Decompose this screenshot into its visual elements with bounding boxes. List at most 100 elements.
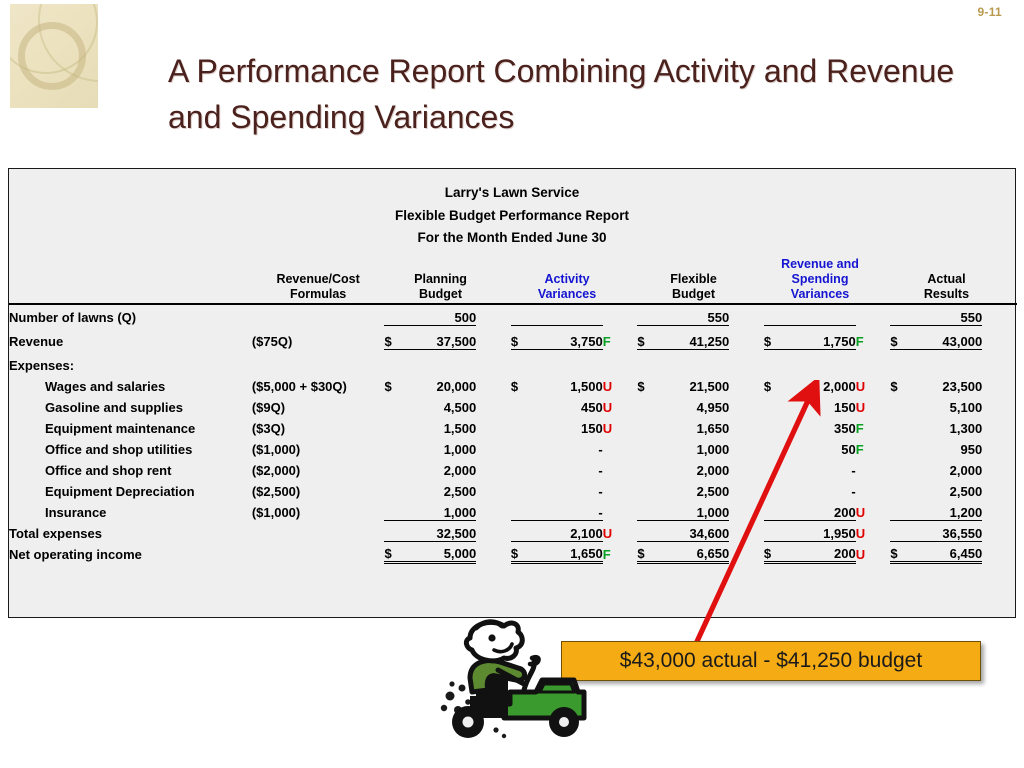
flexible-budget-currency [637,415,655,436]
planning-budget-flag [476,520,496,541]
col-gap [1003,304,1017,325]
table-row: Net operating income $5,000 $1,650 F $6,650 $… [9,540,1017,564]
row-label: Expenses: [9,358,75,374]
actual-results-currency [890,303,909,326]
planning-budget-currency [384,394,402,415]
planning-budget-currency: $ [384,540,403,564]
planning-budget-flag [476,373,496,394]
col-gap [876,373,890,394]
col-gap [1003,499,1017,520]
flexible-budget-flag [729,349,749,373]
callout-text: $43,000 actual - $41,250 budget [619,649,923,672]
col-gap [497,541,511,562]
col-gap [497,499,511,520]
col-gap [1003,520,1017,541]
actual-results-flag [982,415,1002,436]
callout-box: $43,000 actual - $41,250 budget [561,641,981,681]
table-row: Office and shop utilities ($1,000) 1,000-1… [9,436,1017,457]
actual-results-currency [890,394,908,415]
planning-budget-value: 1,000 [443,442,477,458]
revenue-spending-variance-flag [856,349,876,373]
actual-results-flag [982,394,1002,415]
report-company: Larry's Lawn Service [444,185,580,200]
activity-variance-flag: F [602,547,611,563]
col-gap [876,394,890,415]
flexible-budget-currency [637,349,655,373]
col-gap [750,349,764,373]
actual-results-value: 23,500 [942,379,983,395]
revenue-spending-variance-currency [763,303,783,326]
activity-variance-flag: F [602,334,611,350]
flexible-budget-flag [729,325,749,349]
mower-hood [537,682,577,694]
col-gap [497,304,511,325]
row-formula: ($3Q) [251,421,286,437]
activity-variance-value: 1,650 [529,540,603,564]
col-gap [623,373,637,394]
col-gap [876,304,890,325]
activity-variance-flag: U [602,421,613,437]
planning-budget-currency [384,303,403,326]
activity-variance-value: - [598,484,603,500]
col-header-formulas: Revenue/Cost Formulas [276,271,360,301]
activity-variance-flag: U [602,400,613,416]
activity-variance-currency [510,519,530,542]
actual-results-currency: $ [890,325,909,350]
actual-results-value: 5,100 [949,400,983,416]
table-row: Total expenses 32,500 2,100 U 34,600 1,950 U 36… [9,519,1017,542]
col-gap [623,436,637,457]
flexible-budget-currency [637,394,655,415]
row-label: Net operating income [9,547,142,563]
activity-variance-value: - [598,504,603,520]
actual-results-value: 2,500 [949,484,983,500]
planning-budget-value: 2,000 [443,463,477,479]
col-header-activity-variances: Activity Variances [537,271,597,301]
actual-results-flag [982,499,1002,520]
activity-variance-currency: $ [510,325,530,350]
planning-budget-currency: $ [384,325,403,350]
col-gap [497,457,511,478]
actual-results-value: 6,450 [908,540,983,564]
actual-results-flag [982,373,1002,394]
row-formula: ($9Q) [251,400,286,416]
actual-results-value [909,349,982,373]
activity-variance-value: 1,500 [570,379,603,395]
activity-variance-currency: $ [510,379,519,395]
activity-variance-value: 150 [581,421,603,437]
actual-results-value: 2,000 [949,463,983,479]
planning-budget-value [403,349,476,373]
flexible-budget-currency: $ [637,325,656,350]
revenue-spending-variance-value: 1,750 [782,325,856,350]
col-gap [623,304,637,325]
planning-budget-value: 32,500 [402,519,477,542]
activity-variance-currency [511,499,529,520]
row-formula [252,349,385,373]
page-number: 9-11 [977,5,1002,19]
lawn-mower-illustration [440,619,587,739]
actual-results-currency [890,436,908,457]
revenue-spending-variance-value [782,349,855,373]
table-row: Number of lawns (Q) 500 550 550 [9,303,1017,326]
revenue-spending-variance-flag: F [855,334,864,350]
rider-eye [488,634,496,642]
actual-results-value: 1,300 [949,421,983,437]
col-gap [623,520,637,541]
col-gap [1003,436,1017,457]
row-label: Office and shop utilities [45,442,193,458]
flexible-budget-value: 550 [655,303,730,326]
table-body: Number of lawns (Q) 500 550 550 Revenue ($75Q… [9,303,1017,564]
col-gap [1003,349,1017,373]
revenue-spending-variance-value [782,303,856,326]
planning-budget-flag [476,436,496,457]
planning-budget-flag [476,499,496,520]
col-gap [876,457,890,478]
row-label: Number of lawns (Q) [9,310,137,326]
row-label: Equipment Depreciation [45,484,195,500]
table-row: Wages and salaries ($5,000 + $30Q) $20,000… [9,373,1017,394]
col-gap [876,436,890,457]
row-label: Revenue [9,334,64,350]
col-header-revenue-spending-variances: Revenue and Spending Variances [781,257,859,301]
activity-variance-flag [603,478,623,499]
col-gap [1003,478,1017,499]
table-row: Gasoline and supplies ($9Q) 4,500 450 U 4,950… [9,394,1017,415]
